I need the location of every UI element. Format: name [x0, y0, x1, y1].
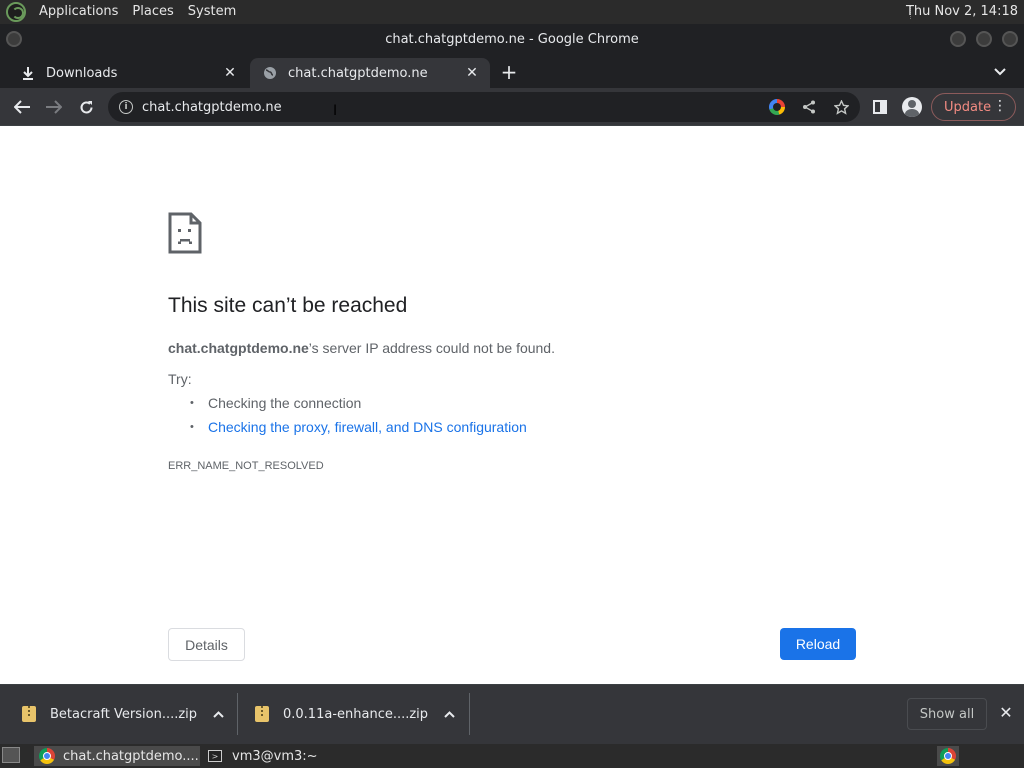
error-description: chat.chatgptdemo.ne’s server IP address …	[168, 340, 555, 356]
zip-file-icon	[22, 706, 36, 722]
tab-label: chat.chatgptdemo.ne	[288, 65, 428, 81]
error-code: ERR_NAME_NOT_RESOLVED	[168, 460, 324, 472]
error-page: This site can’t be reached chat.chatgptd…	[0, 126, 1024, 684]
download-icon	[20, 65, 36, 81]
terminal-icon: >	[208, 750, 222, 762]
share-icon[interactable]	[799, 97, 819, 117]
taskbar-item-terminal[interactable]: > vm3@vm3:~	[204, 746, 374, 766]
tab-strip: Downloads ✕ chat.chatgptdemo.ne ✕ +	[0, 54, 1024, 88]
show-desktop-icon[interactable]	[2, 747, 20, 763]
error-desc-text: ’s server IP address could not be found.	[308, 340, 555, 356]
globe-icon	[262, 65, 278, 81]
maximize-icon[interactable]	[976, 31, 992, 47]
chrome-icon	[39, 748, 55, 764]
address-bar[interactable]: i chat.chatgptdemo.ne	[108, 92, 860, 122]
menu-system[interactable]: System	[181, 0, 243, 24]
url-text[interactable]: chat.chatgptdemo.ne	[142, 100, 282, 115]
menu-places[interactable]: Places	[125, 0, 180, 24]
minimize-icon[interactable]	[950, 31, 966, 47]
more-menu-icon[interactable]: ⋮	[993, 98, 1007, 114]
browser-toolbar: i chat.chatgptdemo.ne Update ⋮	[0, 88, 1024, 126]
close-tab-icon[interactable]: ✕	[220, 63, 240, 83]
task-label: chat.chatgptdemo....	[63, 748, 199, 764]
menu-applications[interactable]: Applications	[32, 0, 125, 24]
close-shelf-icon[interactable]: ✕	[996, 702, 1016, 722]
tab-search-chevron-icon[interactable]	[990, 62, 1010, 82]
chevron-up-icon[interactable]	[444, 707, 455, 721]
tab-chatgptdemo[interactable]: chat.chatgptdemo.ne ✕	[250, 58, 490, 88]
text-cursor-icon: I	[333, 103, 338, 119]
chrome-icon	[940, 748, 956, 764]
tray-chrome[interactable]	[937, 746, 959, 766]
google-lens-icon[interactable]	[767, 97, 787, 117]
error-title: This site can’t be reached	[168, 294, 408, 317]
close-window-icon[interactable]	[1002, 31, 1018, 47]
window-title: chat.chatgptdemo.ne - Google Chrome	[385, 31, 639, 47]
download-item[interactable]: 0.0.11a-enhance....zip	[255, 685, 455, 743]
download-divider	[237, 693, 238, 735]
update-button[interactable]: Update ⋮	[931, 93, 1016, 121]
suggestion-link[interactable]: Checking the proxy, firewall, and DNS co…	[208, 419, 527, 435]
chevron-up-icon[interactable]	[213, 707, 224, 721]
bookmark-star-icon[interactable]	[831, 97, 851, 117]
site-info-icon[interactable]: i	[119, 100, 133, 114]
suggestion-item: • Checking the connection	[190, 395, 362, 411]
show-all-button[interactable]: Show all	[907, 698, 987, 730]
clock[interactable]: Thu Nov 2, 14:18	[906, 0, 1018, 24]
details-button[interactable]: Details	[168, 628, 245, 661]
side-panel-icon[interactable]	[867, 94, 893, 120]
sad-page-icon	[168, 212, 202, 254]
back-button[interactable]	[9, 94, 35, 120]
reload-button[interactable]: Reload	[780, 628, 856, 660]
window-titlebar: chat.chatgptdemo.ne - Google Chrome	[0, 24, 1024, 54]
distro-logo-icon[interactable]	[6, 2, 26, 22]
download-filename[interactable]: Betacraft Version....zip	[50, 707, 197, 722]
error-host: chat.chatgptdemo.ne	[168, 340, 309, 356]
suggestion-item[interactable]: • Checking the proxy, firewall, and DNS c…	[190, 419, 527, 435]
download-filename[interactable]: 0.0.11a-enhance....zip	[283, 707, 428, 722]
taskbar-item-chrome[interactable]: chat.chatgptdemo....	[34, 746, 200, 766]
refresh-button[interactable]	[73, 94, 99, 120]
close-tab-icon[interactable]: ✕	[462, 63, 482, 83]
zip-file-icon	[255, 706, 269, 722]
top-panel: Applications Places System Thu Nov 2, 14…	[0, 0, 1024, 24]
task-label: vm3@vm3:~	[232, 748, 318, 764]
download-shelf: Betacraft Version....zip 0.0.11a-enhance…	[0, 684, 1024, 744]
forward-button[interactable]	[41, 94, 67, 120]
download-divider	[469, 693, 470, 735]
tab-label: Downloads	[46, 65, 118, 81]
update-label: Update	[944, 99, 992, 115]
try-label: Try:	[168, 371, 192, 387]
download-item[interactable]: Betacraft Version....zip	[22, 685, 224, 743]
new-tab-button[interactable]: +	[498, 60, 520, 84]
tab-downloads[interactable]: Downloads ✕	[8, 58, 248, 88]
bottom-taskbar: chat.chatgptdemo.... > vm3@vm3:~	[0, 744, 1024, 768]
window-menu-icon[interactable]	[6, 31, 22, 47]
suggestion-text: Checking the connection	[208, 395, 362, 411]
profile-avatar[interactable]	[899, 94, 925, 120]
